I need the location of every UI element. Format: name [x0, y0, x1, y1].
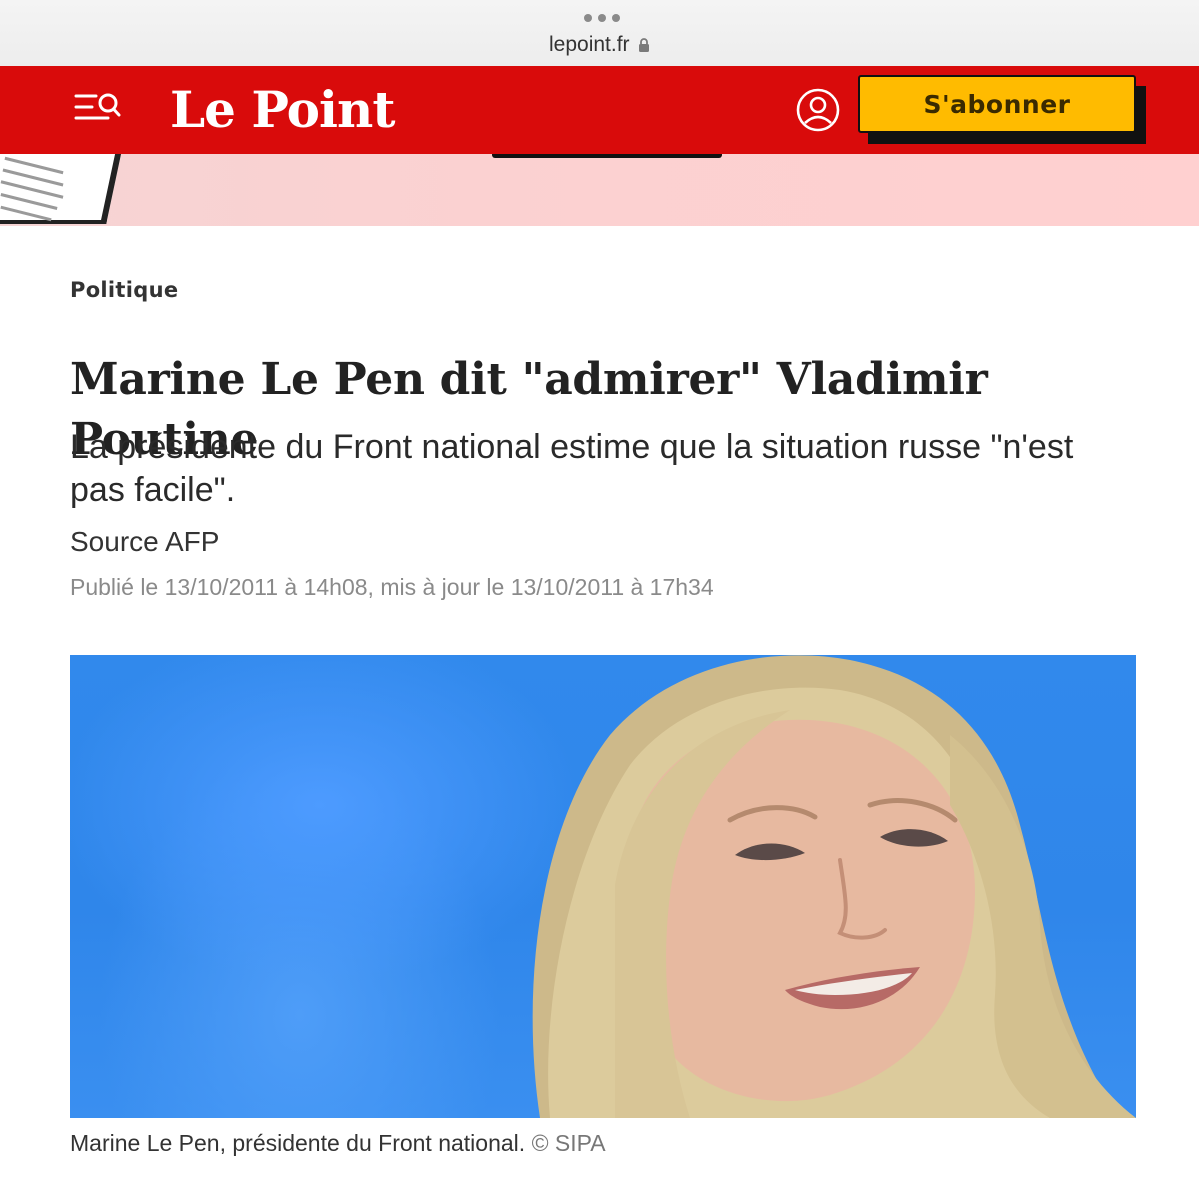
- subscribe-button[interactable]: S'abonner: [858, 75, 1136, 133]
- photo-credit: © SIPA: [531, 1130, 606, 1156]
- article-rubric[interactable]: Politique: [70, 278, 178, 302]
- address-bar[interactable]: lepoint.fr: [0, 33, 1199, 57]
- photo-caption: Marine Le Pen, présidente du Front natio…: [70, 1130, 606, 1157]
- caption-text: Marine Le Pen, présidente du Front natio…: [70, 1130, 526, 1156]
- promo-banner[interactable]: [0, 154, 1199, 226]
- site-header: Le Point S'abonner: [0, 66, 1199, 154]
- article-dates: Publié le 13/10/2011 à 14h08, mis à jour…: [70, 574, 714, 600]
- tab-dots-icon[interactable]: [584, 14, 620, 22]
- lock-icon: [639, 38, 649, 52]
- article-photo[interactable]: [70, 655, 1136, 1118]
- url-text: lepoint.fr: [549, 33, 630, 56]
- article-source: Source AFP: [70, 526, 220, 557]
- portrait-illustration: [532, 655, 1136, 1118]
- article-standfirst: La présidente du Front national estime q…: [70, 428, 1074, 509]
- account-button[interactable]: [794, 86, 842, 134]
- promo-device-edge: [492, 154, 722, 158]
- site-logo[interactable]: Le Point: [170, 80, 395, 140]
- menu-search-button[interactable]: [74, 88, 124, 128]
- account-icon: [796, 88, 840, 132]
- menu-search-icon: [74, 93, 121, 120]
- browser-bar: lepoint.fr: [0, 0, 1199, 66]
